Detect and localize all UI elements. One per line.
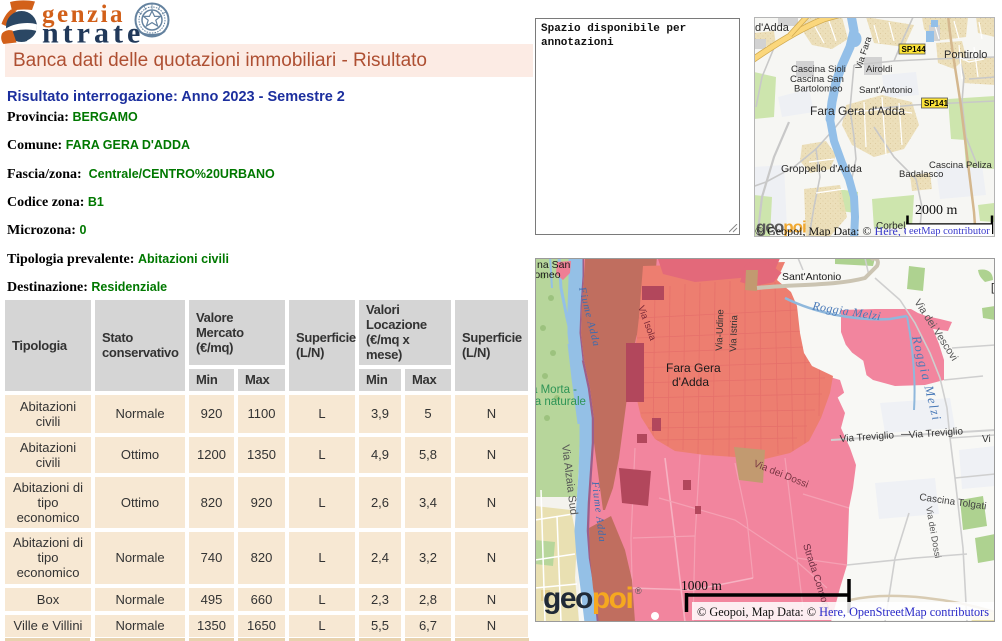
svg-text:Groppello d'Adda: Groppello d'Adda (781, 163, 862, 175)
svg-text:Via Istria: Via Istria (728, 314, 740, 352)
svg-text:d'Adda: d'Adda (755, 22, 790, 34)
svg-text:geopoi: geopoi (543, 582, 632, 615)
svg-text:Via-Udine: Via-Udine (714, 309, 726, 351)
svg-text:1000 m: 1000 m (681, 578, 722, 593)
svg-text:Sant'Antonio: Sant'Antonio (782, 271, 841, 283)
svg-text:®: ® (635, 586, 642, 596)
svg-text:eetMap contributor: eetMap contributor (909, 226, 990, 237)
svg-text:SP141: SP141 (924, 99, 949, 108)
svg-text:d'Adda: d'Adda (672, 375, 709, 389)
svg-text:Vi: Vi (982, 434, 991, 445)
svg-text:lomeo: lomeo (535, 269, 561, 281)
svg-text:[: [ (991, 282, 994, 294)
svg-text:a Morta -: a Morta - (535, 384, 577, 396)
svg-text:Fara Gera d'Adda: Fara Gera d'Adda (810, 104, 905, 118)
svg-text:Pontirolo: Pontirolo (944, 49, 987, 61)
svg-text:Cascina Peliza: Cascina Peliza (929, 160, 993, 171)
svg-text:SP144: SP144 (902, 45, 927, 54)
svg-text:© Geopoi, Map Data: © Here, Op: © Geopoi, Map Data: © Here, OpenStreetMa… (697, 604, 989, 619)
svg-text:Airoldi: Airoldi (866, 64, 892, 75)
svg-text:va naturale: va naturale (535, 396, 586, 408)
svg-text:ntrate: ntrate (42, 17, 144, 48)
svg-text:Bartolomeo: Bartolomeo (794, 84, 843, 95)
svg-text:2000 m: 2000 m (915, 203, 958, 218)
svg-text:Fara Gera: Fara Gera (666, 361, 721, 375)
svg-text:Sant'Antonio: Sant'Antonio (859, 85, 913, 96)
